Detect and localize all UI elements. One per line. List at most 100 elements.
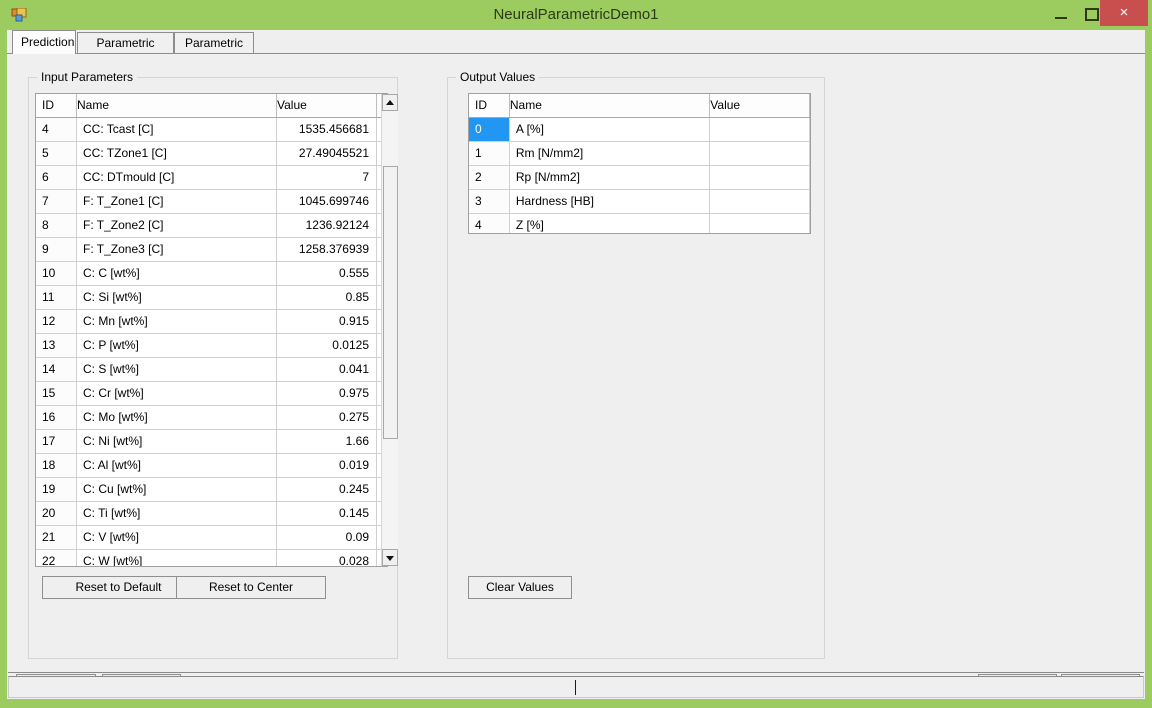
- cell-id[interactable]: 4: [469, 214, 510, 234]
- cell-value[interactable]: [710, 142, 810, 165]
- clear-values-button[interactable]: Clear Values: [468, 576, 572, 599]
- cell-name[interactable]: C: Al [wt%]: [77, 454, 277, 477]
- table-row[interactable]: 9F: T_Zone3 [C]1258.376939: [36, 238, 387, 262]
- cell-value[interactable]: 0.85: [277, 286, 377, 309]
- table-row[interactable]: 6CC: DTmould [C]7: [36, 166, 387, 190]
- table-row[interactable]: 14C: S [wt%]0.041: [36, 358, 387, 382]
- cell-name[interactable]: F: T_Zone2 [C]: [77, 214, 277, 237]
- table-row[interactable]: 13C: P [wt%]0.0125: [36, 334, 387, 358]
- cell-name[interactable]: C: Cu [wt%]: [77, 478, 277, 501]
- table-row[interactable]: 12C: Mn [wt%]0.915: [36, 310, 387, 334]
- cell-id[interactable]: 0: [469, 118, 510, 141]
- column-header-id[interactable]: ID: [469, 94, 510, 117]
- table-row[interactable]: 10C: C [wt%]0.555: [36, 262, 387, 286]
- cell-value[interactable]: 0.028: [277, 550, 377, 567]
- cell-name[interactable]: Z [%]: [510, 214, 710, 234]
- cell-value[interactable]: 0.975: [277, 382, 377, 405]
- column-header-value[interactable]: Value: [710, 94, 810, 117]
- cell-value[interactable]: 0.145: [277, 502, 377, 525]
- cell-name[interactable]: Rm [N/mm2]: [510, 142, 710, 165]
- cell-value[interactable]: 0.245: [277, 478, 377, 501]
- cell-name[interactable]: CC: TZone1 [C]: [77, 142, 277, 165]
- table-row[interactable]: 17C: Ni [wt%]1.66: [36, 430, 387, 454]
- cell-value[interactable]: [710, 166, 810, 189]
- table-row[interactable]: 11C: Si [wt%]0.85: [36, 286, 387, 310]
- cell-name[interactable]: F: T_Zone1 [C]: [77, 190, 277, 213]
- table-row[interactable]: 22C: W [wt%]0.028: [36, 550, 387, 567]
- cell-id[interactable]: 5: [36, 142, 77, 165]
- scroll-up-button[interactable]: [382, 94, 398, 111]
- cell-name[interactable]: C: V [wt%]: [77, 526, 277, 549]
- cell-name[interactable]: C: Cr [wt%]: [77, 382, 277, 405]
- cell-id[interactable]: 4: [36, 118, 77, 141]
- cell-name[interactable]: C: S [wt%]: [77, 358, 277, 381]
- cell-value[interactable]: 1.66: [277, 430, 377, 453]
- cell-name[interactable]: Hardness [HB]: [510, 190, 710, 213]
- cell-value[interactable]: 1535.456681: [277, 118, 377, 141]
- cell-id[interactable]: 3: [469, 190, 510, 213]
- cell-id[interactable]: 13: [36, 334, 77, 357]
- table-row[interactable]: 0A [%]: [469, 118, 810, 142]
- cell-value[interactable]: 0.555: [277, 262, 377, 285]
- cell-name[interactable]: C: Mn [wt%]: [77, 310, 277, 333]
- tab-prediction[interactable]: Prediction: [12, 30, 76, 54]
- cell-value[interactable]: 27.49045521: [277, 142, 377, 165]
- cell-id[interactable]: 15: [36, 382, 77, 405]
- cell-id[interactable]: 17: [36, 430, 77, 453]
- cell-id[interactable]: 8: [36, 214, 77, 237]
- cell-name[interactable]: C: Ti [wt%]: [77, 502, 277, 525]
- cell-value[interactable]: [710, 214, 810, 234]
- cell-value[interactable]: 0.041: [277, 358, 377, 381]
- cell-id[interactable]: 1: [469, 142, 510, 165]
- cell-id[interactable]: 12: [36, 310, 77, 333]
- cell-value[interactable]: 1258.376939: [277, 238, 377, 261]
- cell-value[interactable]: 0.0125: [277, 334, 377, 357]
- cell-id[interactable]: 7: [36, 190, 77, 213]
- input-grid-scrollbar[interactable]: [381, 94, 398, 566]
- cell-id[interactable]: 11: [36, 286, 77, 309]
- table-row[interactable]: 3Hardness [HB]: [469, 190, 810, 214]
- cell-value[interactable]: 0.275: [277, 406, 377, 429]
- cell-name[interactable]: C: C [wt%]: [77, 262, 277, 285]
- table-row[interactable]: 7F: T_Zone1 [C]1045.699746: [36, 190, 387, 214]
- input-parameters-grid[interactable]: IDNameValue4CC: Tcast [C]1535.4566815CC:…: [35, 93, 388, 567]
- output-values-grid[interactable]: IDNameValue0A [%]1Rm [N/mm2]2Rp [N/mm2]3…: [468, 93, 811, 234]
- cell-id[interactable]: 10: [36, 262, 77, 285]
- cell-name[interactable]: C: Ni [wt%]: [77, 430, 277, 453]
- tab-parametric-2d[interactable]: Parametric 2D: [174, 32, 254, 53]
- cell-id[interactable]: 20: [36, 502, 77, 525]
- column-header-value[interactable]: Value: [277, 94, 377, 117]
- cell-id[interactable]: 14: [36, 358, 77, 381]
- cell-value[interactable]: 1236.92124: [277, 214, 377, 237]
- reset-to-center-button[interactable]: Reset to Center: [176, 576, 326, 599]
- cell-name[interactable]: CC: DTmould [C]: [77, 166, 277, 189]
- column-header-name[interactable]: Name: [510, 94, 710, 117]
- cell-value[interactable]: 0.019: [277, 454, 377, 477]
- cell-id[interactable]: 21: [36, 526, 77, 549]
- cell-id[interactable]: 9: [36, 238, 77, 261]
- cell-name[interactable]: C: W [wt%]: [77, 550, 277, 567]
- cell-name[interactable]: A [%]: [510, 118, 710, 141]
- cell-value[interactable]: [710, 190, 810, 213]
- tab-parametric-tests[interactable]: Parametric Tests: [77, 32, 174, 53]
- table-row[interactable]: 4Z [%]: [469, 214, 810, 234]
- table-row[interactable]: 16C: Mo [wt%]0.275: [36, 406, 387, 430]
- table-row[interactable]: 5CC: TZone1 [C]27.49045521: [36, 142, 387, 166]
- table-row[interactable]: 21C: V [wt%]0.09: [36, 526, 387, 550]
- table-row[interactable]: 2Rp [N/mm2]: [469, 166, 810, 190]
- cell-id[interactable]: 6: [36, 166, 77, 189]
- table-row[interactable]: 18C: Al [wt%]0.019: [36, 454, 387, 478]
- table-row[interactable]: 8F: T_Zone2 [C]1236.92124: [36, 214, 387, 238]
- cell-value[interactable]: 1045.699746: [277, 190, 377, 213]
- cell-id[interactable]: 22: [36, 550, 77, 567]
- cell-name[interactable]: Rp [N/mm2]: [510, 166, 710, 189]
- table-row[interactable]: 19C: Cu [wt%]0.245: [36, 478, 387, 502]
- cell-value[interactable]: 0.915: [277, 310, 377, 333]
- cell-value[interactable]: [710, 118, 810, 141]
- cell-id[interactable]: 2: [469, 166, 510, 189]
- cell-name[interactable]: CC: Tcast [C]: [77, 118, 277, 141]
- cell-id[interactable]: 19: [36, 478, 77, 501]
- scrollbar-thumb[interactable]: [383, 166, 398, 439]
- table-row[interactable]: 20C: Ti [wt%]0.145: [36, 502, 387, 526]
- cell-value[interactable]: 7: [277, 166, 377, 189]
